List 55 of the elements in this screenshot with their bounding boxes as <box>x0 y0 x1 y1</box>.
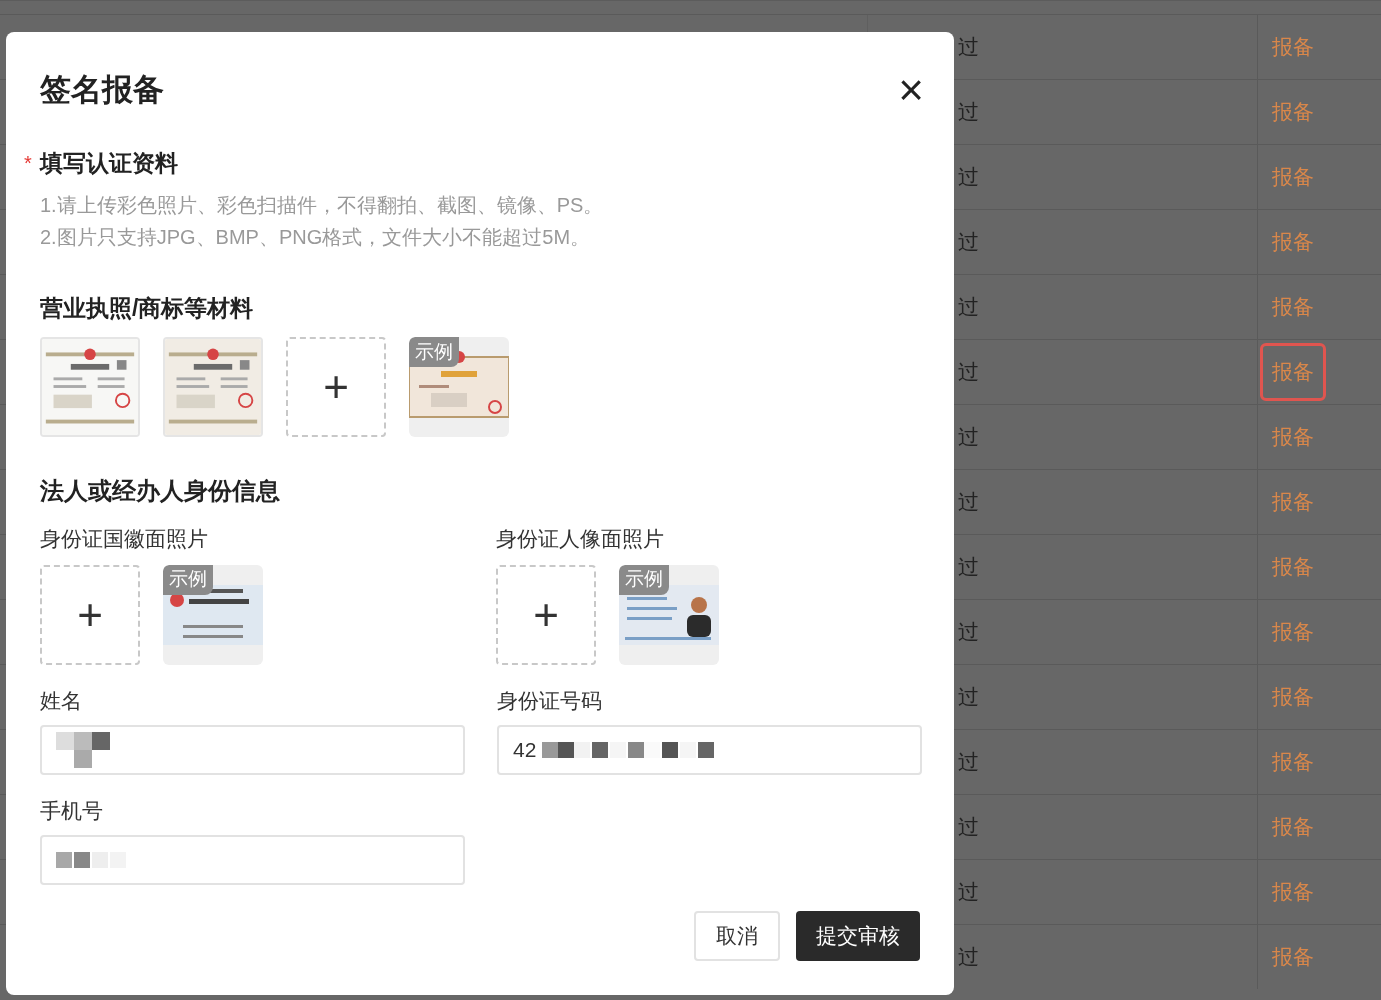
submit-button[interactable]: 提交审核 <box>796 911 920 961</box>
field-label: 身份证人像面照片 <box>496 526 665 552</box>
status-text: 过 <box>958 554 979 581</box>
report-link[interactable]: 报备 <box>1260 343 1326 401</box>
report-link[interactable]: 报备 <box>1260 928 1326 986</box>
upload-button[interactable]: + <box>286 337 386 437</box>
report-link[interactable]: 报备 <box>1260 798 1326 856</box>
field-label: 手机号 <box>40 797 104 824</box>
status-text: 过 <box>958 684 979 711</box>
example-badge: 示例 <box>163 564 213 595</box>
report-link[interactable]: 报备 <box>1260 278 1326 336</box>
report-link[interactable]: 报备 <box>1260 83 1326 141</box>
status-text: 过 <box>958 749 979 776</box>
report-link[interactable]: 报备 <box>1260 18 1326 76</box>
example-badge: 示例 <box>409 337 459 367</box>
status-text: 过 <box>958 359 979 386</box>
status-text: 过 <box>958 944 979 971</box>
status-text: 过 <box>958 34 979 61</box>
status-text: 过 <box>958 424 979 451</box>
section-title: 法人或经办人身份信息 <box>40 477 280 504</box>
status-text: 过 <box>958 294 979 321</box>
report-link[interactable]: 报备 <box>1260 668 1326 726</box>
section-title: 填写认证资料 <box>40 149 178 178</box>
report-link[interactable]: 报备 <box>1260 213 1326 271</box>
hint-text: 1.请上传彩色照片、彩色扫描件，不得翻拍、截图、镜像、PS。 <box>40 192 605 218</box>
report-link[interactable]: 报备 <box>1260 408 1326 466</box>
section-title: 营业执照/商标等材料 <box>40 294 254 321</box>
status-text: 过 <box>958 814 979 841</box>
input-field[interactable] <box>40 724 465 775</box>
report-link[interactable]: 报备 <box>1260 603 1326 661</box>
status-text: 过 <box>958 99 979 126</box>
field-label: 身份证国徽面照片 <box>40 526 209 552</box>
status-text: 过 <box>958 879 979 906</box>
field-label: 身份证号码 <box>497 687 603 714</box>
report-link[interactable]: 报备 <box>1260 148 1326 206</box>
report-link[interactable]: 报备 <box>1260 538 1326 596</box>
status-text: 过 <box>958 164 979 191</box>
input-field[interactable]: 42 <box>497 724 922 775</box>
close-button[interactable]: × <box>898 68 924 112</box>
upload-button[interactable]: + <box>40 564 140 665</box>
dialog-title: 签名报备 <box>40 71 164 109</box>
report-link[interactable]: 报备 <box>1260 733 1326 791</box>
input-field[interactable] <box>40 834 465 885</box>
cancel-button[interactable]: 取消 <box>694 911 780 961</box>
field-label: 姓名 <box>40 687 83 714</box>
status-text: 过 <box>958 619 979 646</box>
status-text: 过 <box>958 489 979 516</box>
report-link[interactable]: 报备 <box>1260 473 1326 531</box>
status-text: 过 <box>958 229 979 256</box>
report-link[interactable]: 报备 <box>1260 863 1326 921</box>
upload-button[interactable]: + <box>496 564 596 665</box>
example-badge: 示例 <box>619 564 669 595</box>
hint-text: 2.图片只支持JPG、BMP、PNG格式，文件大小不能超过5M。 <box>40 224 592 250</box>
required-mark: * <box>24 151 33 177</box>
field-value: 42 <box>513 736 537 763</box>
